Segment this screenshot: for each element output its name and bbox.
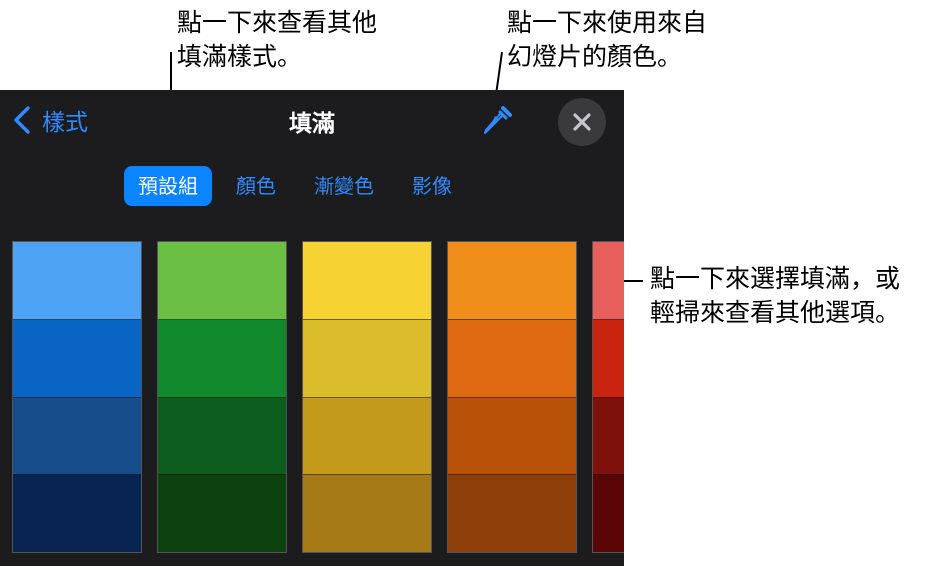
callout-slide-color: 點一下來使用來自 幻燈片的顏色。 — [507, 6, 707, 74]
callout-fill-styles: 點一下來查看其他 填滿樣式。 — [177, 6, 377, 74]
close-button[interactable] — [558, 98, 606, 146]
color-swatch[interactable] — [158, 242, 286, 320]
color-swatch[interactable] — [303, 242, 431, 320]
color-swatch[interactable] — [448, 397, 576, 476]
callout-line: 幻燈片的顏色。 — [507, 42, 683, 71]
back-button-label: 樣式 — [42, 110, 88, 136]
preset-swatch-row — [12, 241, 624, 553]
tab-gradient[interactable]: 漸變色 — [300, 166, 388, 206]
eyedropper-icon[interactable] — [480, 104, 514, 138]
close-icon — [573, 113, 591, 131]
color-swatch[interactable] — [13, 242, 141, 320]
color-swatch[interactable] — [448, 242, 576, 320]
color-swatch[interactable] — [593, 319, 624, 398]
callout-line: 輕掃來查看其他選項。 — [650, 298, 901, 327]
help-illustration: 點一下來查看其他 填滿樣式。 點一下來使用來自 幻燈片的顏色。 點一下來選擇填滿… — [0, 0, 948, 566]
fill-popover: 樣式 填滿 預設組 顏色 漸變色 影像 — [0, 90, 624, 566]
chevron-left-icon — [14, 106, 30, 134]
color-swatch[interactable] — [593, 242, 624, 320]
color-swatch[interactable] — [593, 475, 624, 552]
color-swatch[interactable] — [303, 319, 431, 398]
fill-type-tabs: 預設組 顏色 漸變色 影像 — [124, 166, 476, 206]
color-swatch[interactable] — [448, 475, 576, 552]
callout-line: 點一下來查看其他 — [177, 8, 378, 37]
color-swatch[interactable] — [303, 475, 431, 552]
color-swatch[interactable] — [13, 397, 141, 476]
tab-presets[interactable]: 預設組 — [124, 166, 212, 206]
color-swatch[interactable] — [13, 319, 141, 398]
back-button[interactable]: 樣式 — [12, 100, 88, 140]
color-swatch[interactable] — [593, 397, 624, 476]
swatch-column-red[interactable] — [592, 241, 624, 553]
swatch-column-green[interactable] — [157, 241, 287, 553]
swatch-column-blue[interactable] — [12, 241, 142, 553]
color-swatch[interactable] — [303, 397, 431, 476]
popover-title: 填滿 — [289, 111, 335, 137]
callout-line: 點一下來選擇填滿，或 — [650, 264, 901, 293]
color-swatch[interactable] — [158, 475, 286, 552]
color-swatch[interactable] — [158, 397, 286, 476]
swatch-column-orange[interactable] — [447, 241, 577, 553]
tab-image[interactable]: 影像 — [398, 166, 466, 206]
callout-choose-fill: 點一下來選擇填滿，或 輕掃來查看其他選項。 — [650, 262, 900, 330]
swatch-column-yellow[interactable] — [302, 241, 432, 553]
tab-color[interactable]: 顏色 — [222, 166, 290, 206]
callout-line: 點一下來使用來自 — [507, 8, 708, 37]
color-swatch[interactable] — [448, 319, 576, 398]
color-swatch[interactable] — [13, 475, 141, 552]
callout-line: 填滿樣式。 — [177, 42, 303, 71]
color-swatch[interactable] — [158, 319, 286, 398]
